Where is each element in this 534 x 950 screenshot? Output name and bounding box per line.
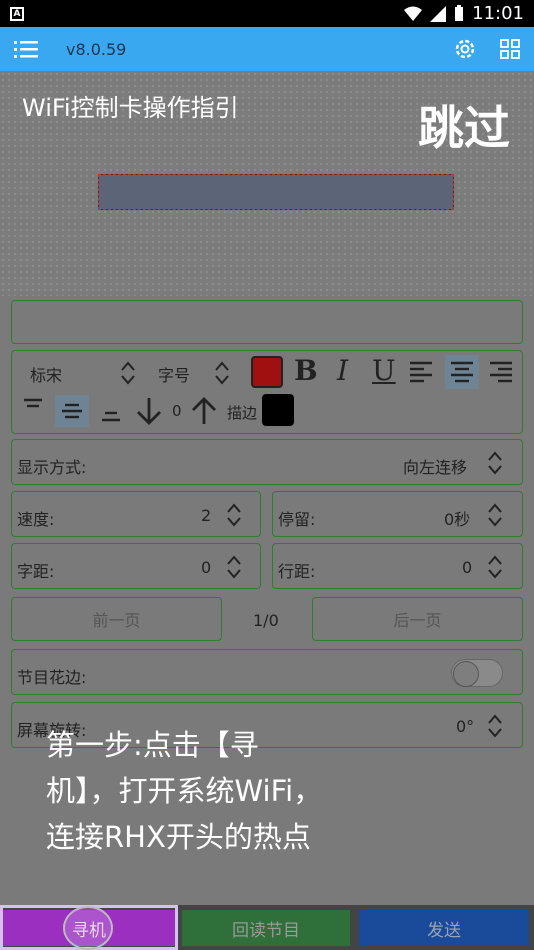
- send-button[interactable]: 发送: [359, 910, 529, 946]
- line-spacing-value: 0: [462, 558, 473, 577]
- guide-step-text: 第一步:点击【寻 机】，打开系统WiFi， 连接RHX开头的热点: [46, 722, 416, 860]
- prev-page-button[interactable]: 前一页: [11, 597, 222, 641]
- clock: 11:01: [472, 3, 524, 24]
- guide-line-2: 机】，打开系统WiFi，: [46, 774, 323, 808]
- battery-icon: [455, 5, 464, 21]
- speed-label: 速度:: [17, 510, 55, 529]
- text-input[interactable]: [11, 300, 523, 344]
- signal-icon: [430, 5, 447, 22]
- align-center-icon[interactable]: [451, 360, 473, 384]
- speed-value: 2: [201, 506, 212, 525]
- stay-value: 0秒: [444, 510, 471, 529]
- program-border-row: [11, 649, 523, 695]
- wifi-icon: [404, 6, 423, 21]
- readback-program-button[interactable]: 回读节目: [182, 910, 350, 946]
- char-spacing-label: 字距:: [17, 562, 55, 581]
- screen-rotate-updown-icon[interactable]: [487, 713, 503, 739]
- arrow-up-icon[interactable]: [191, 396, 217, 426]
- display-mode-value: 向左连移: [403, 458, 468, 477]
- program-border-label: 节目花边:: [17, 668, 87, 687]
- toggle-knob: [453, 661, 479, 687]
- char-spacing-value: 0: [201, 558, 212, 577]
- screen-rotate-value: 0°: [456, 717, 475, 736]
- font-size-select[interactable]: 字号: [158, 362, 190, 386]
- program-border-toggle[interactable]: [451, 659, 503, 687]
- font-size-updown-icon[interactable]: [214, 360, 230, 386]
- stroke-color-swatch[interactable]: [262, 394, 294, 426]
- bold-icon[interactable]: B: [294, 354, 318, 387]
- stay-updown-icon[interactable]: [487, 502, 503, 528]
- guide-line-3: 连接RHX开头的热点: [46, 820, 311, 854]
- page-indicator: 1/0: [253, 611, 279, 630]
- valign-top-icon[interactable]: [24, 398, 42, 410]
- offset-value: 0: [172, 402, 182, 420]
- version-label: v8.0.59: [66, 39, 127, 59]
- text-color-swatch[interactable]: [251, 356, 283, 388]
- skip-button[interactable]: 跳过: [418, 92, 510, 158]
- stroke-label: 描边: [227, 404, 258, 422]
- valign-bottom-icon[interactable]: [102, 409, 120, 423]
- status-bar: A 11:01: [0, 0, 534, 27]
- notification-icon: A: [10, 6, 24, 21]
- arrow-down-icon[interactable]: [136, 396, 162, 426]
- grid-icon[interactable]: [500, 39, 520, 59]
- underline-icon[interactable]: U: [372, 354, 396, 387]
- display-mode-label: 显示方式:: [17, 458, 87, 477]
- line-spacing-label: 行距:: [278, 562, 316, 581]
- italic-icon[interactable]: I: [337, 354, 348, 387]
- guide-line-1: 第一步:点击【寻: [46, 728, 259, 762]
- align-right-icon[interactable]: [490, 360, 512, 384]
- tap-indicator: [63, 906, 113, 950]
- char-spacing-updown-icon[interactable]: [226, 554, 242, 580]
- next-page-button[interactable]: 后一页: [312, 597, 523, 641]
- line-spacing-updown-icon[interactable]: [487, 554, 503, 580]
- app-bar: v8.0.59: [0, 27, 534, 71]
- stay-label: 停留:: [278, 510, 316, 529]
- speed-updown-icon[interactable]: [226, 502, 242, 528]
- font-family-updown-icon[interactable]: [120, 360, 136, 386]
- valign-middle-icon[interactable]: [62, 403, 82, 419]
- guide-title: WiFi控制卡操作指引: [22, 94, 239, 122]
- font-family-select[interactable]: 标宋: [30, 362, 62, 386]
- menu-icon[interactable]: [14, 40, 38, 58]
- led-screen-preview[interactable]: [98, 174, 454, 210]
- align-left-icon[interactable]: [410, 360, 432, 384]
- display-mode-updown-icon[interactable]: [487, 450, 503, 476]
- gear-icon[interactable]: [454, 38, 476, 60]
